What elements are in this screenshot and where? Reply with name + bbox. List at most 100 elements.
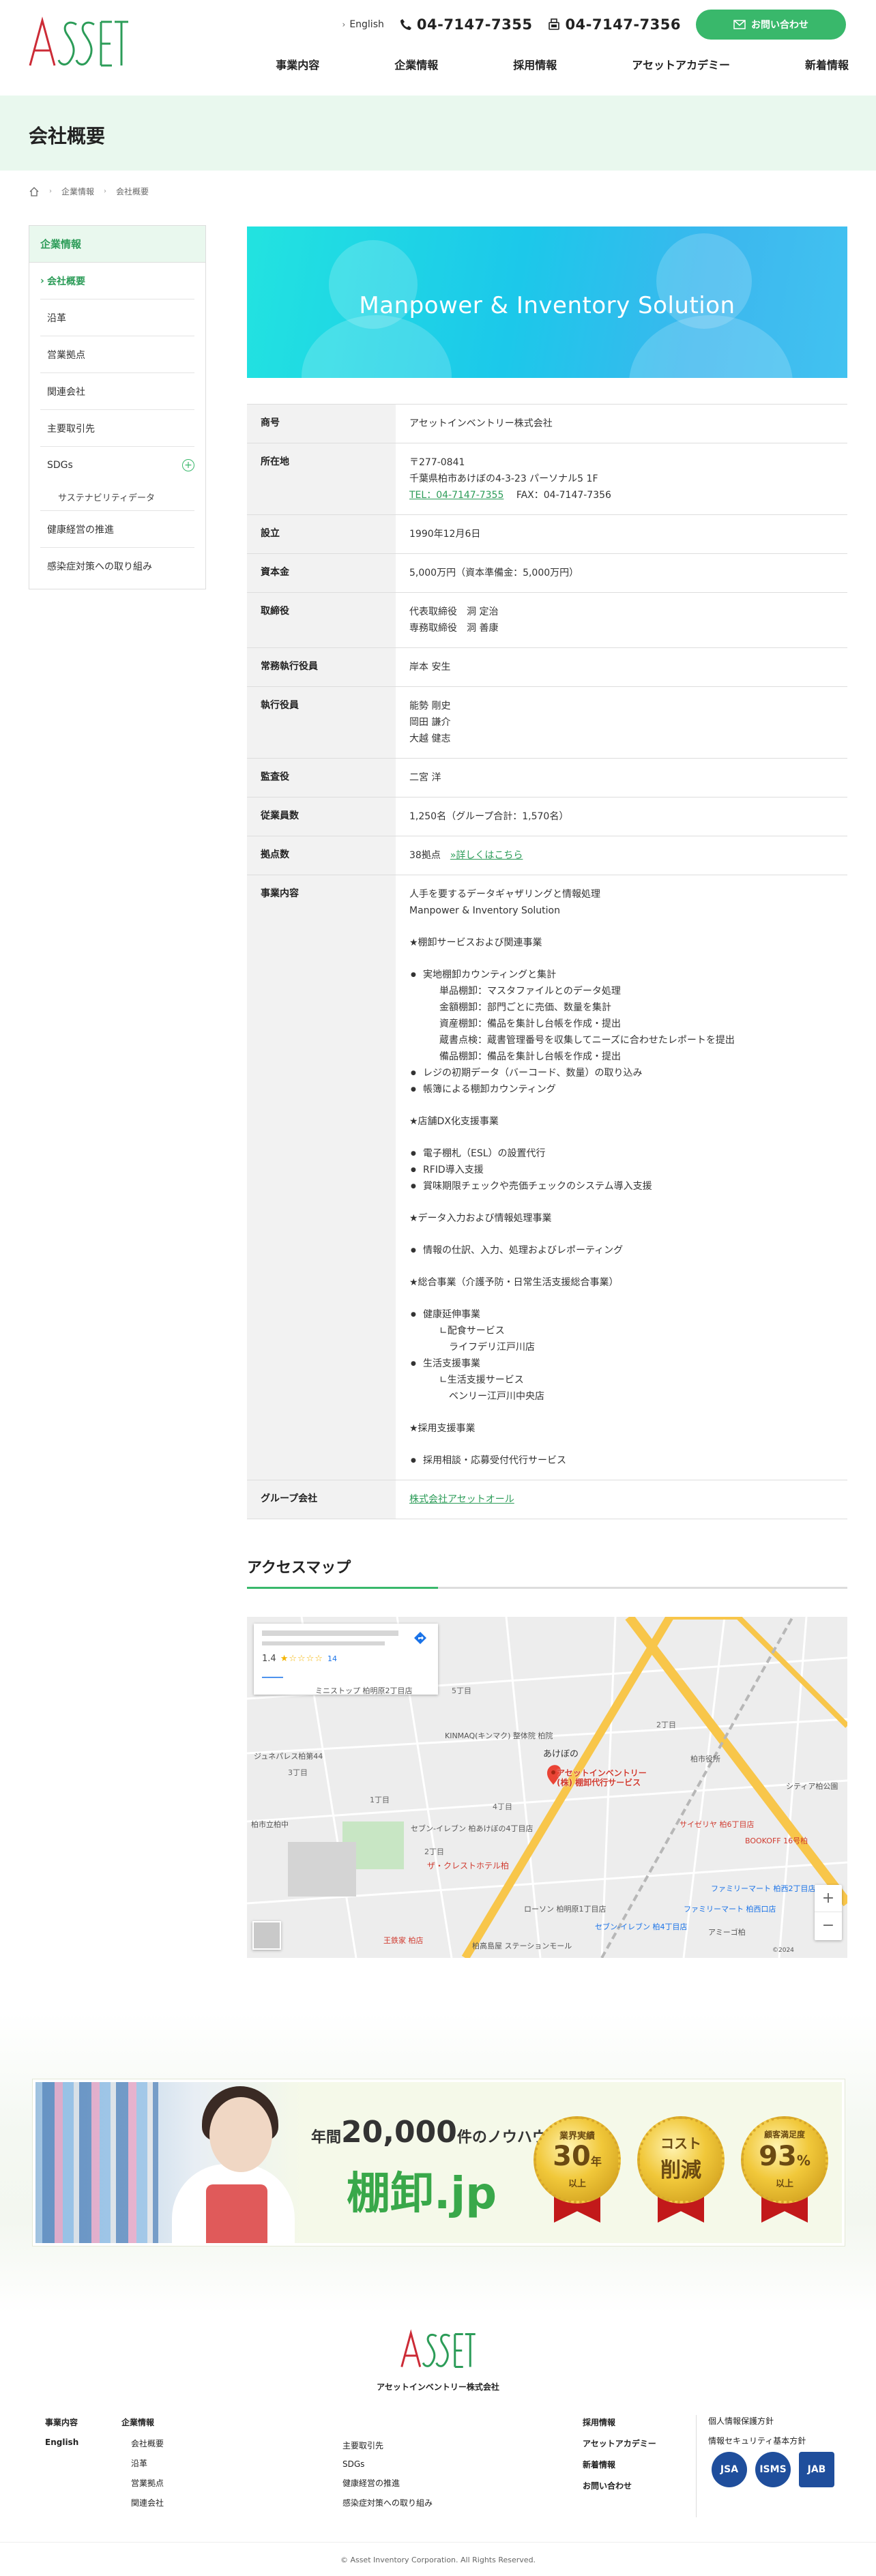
breadcrumb-company[interactable]: 企業情報 — [61, 186, 94, 197]
medal-bottom-text: 以上 — [775, 2179, 793, 2189]
asset-logo[interactable] — [27, 15, 130, 70]
footer-link-overview[interactable]: 会社概要 — [121, 2438, 164, 2449]
map-place: サイゼリヤ 柏6丁目店 — [680, 1820, 755, 1829]
nav-academy[interactable]: アセットアカデミー — [632, 50, 730, 78]
medal-badge: 業界実績 30年 以上 — [534, 2116, 621, 2223]
home-icon[interactable] — [29, 186, 40, 197]
plus-icon[interactable]: + — [182, 459, 194, 471]
footer-link-privacy[interactable]: 個人情報保護方針 — [708, 2415, 806, 2427]
list-item: 賞味期限チェックや売価チェックのシステム導入支援 — [411, 1178, 834, 1195]
table-row: 商号 アセットインベントリー株式会社 — [247, 404, 847, 443]
map-place: セブン-イレブン 柏4丁目店 — [595, 1922, 688, 1931]
tel-number[interactable]: 04-7147-7355 — [399, 16, 533, 33]
capital: 5,000万円（資本準備金：5,000万円） — [396, 553, 847, 593]
map-place: 柏市立柏中 — [251, 1820, 289, 1829]
map-place: ザ・クレストホテル柏 — [427, 1861, 510, 1871]
sidebar-item-affiliates[interactable]: 関連会社 — [40, 373, 194, 410]
map-place: アミーゴ柏 — [708, 1928, 746, 1937]
map-place: 柏市役所 — [690, 1755, 720, 1763]
list-item: RFID導入支援 — [411, 1162, 834, 1178]
english-link[interactable]: › English — [342, 19, 384, 30]
tanaoroshi-promo-banner[interactable]: 年間20,000件のノウハウ 棚卸.jp 業界実績 30年 以上 コスト 削減 … — [33, 2079, 845, 2246]
footer-link-infection[interactable]: 感染症対策への取り組み — [342, 2497, 433, 2508]
sidebar-subitem-sustainability[interactable]: サステナビリティデータ — [40, 484, 194, 511]
footer-link-history[interactable]: 沿革 — [121, 2457, 164, 2469]
sidebar-item-clients[interactable]: 主要取引先 — [40, 410, 194, 447]
map-pin-label[interactable]: アセットインベントリー (株) 棚卸代行サービス — [557, 1768, 647, 1787]
map-place: 柏高島屋 ステーションモール — [472, 1942, 572, 1950]
footer-link-business[interactable]: 事業内容 — [45, 2416, 78, 2428]
sidebar-item-offices[interactable]: 営業拠点 — [40, 336, 194, 373]
nav-news[interactable]: 新着情報 — [805, 50, 849, 78]
list-item: 実地棚卸カウンティングと集計 単品棚卸：マスタファイルとのデータ処理 金額棚卸：… — [411, 967, 834, 1065]
cert-mark: ISMS — [755, 2452, 791, 2487]
sidebar-item-overview[interactable]: 会社概要 — [40, 263, 194, 299]
row-label: グループ会社 — [247, 1480, 396, 1519]
review-count[interactable]: 14 — [327, 1654, 337, 1663]
directions-icon[interactable] — [408, 1630, 433, 1658]
zoom-out-button[interactable]: − — [815, 1912, 842, 1940]
sidebar-item-infection[interactable]: 感染症対策への取り組み — [40, 548, 194, 585]
sidebar-item-history[interactable]: 沿革 — [40, 299, 194, 336]
footer-link-company[interactable]: 企業情報 — [121, 2416, 164, 2428]
map-larger-link[interactable]: ▁▁▁▁ — [262, 1671, 430, 1678]
star-icon: ★☆☆☆☆ — [280, 1654, 323, 1664]
footer-link-english[interactable]: English — [45, 2438, 78, 2447]
sidebar-item-label: 営業拠点 — [47, 349, 85, 361]
medal-number: 30 — [553, 2141, 591, 2172]
footer-link-security[interactable]: 情報セキュリティ基本方針 — [708, 2435, 806, 2446]
sidebar-item-label: 主要取引先 — [47, 423, 95, 435]
contact-button[interactable]: お問い合わせ — [696, 10, 846, 40]
business-heading: ★総合事業（介護予防・日常生活支援総合事業） — [409, 1277, 619, 1288]
copyright: © Asset Inventory Corporation. All Right… — [340, 2556, 536, 2564]
sub-item: 単品棚卸：マスタファイルとのデータ処理 — [439, 986, 621, 997]
list-item: 採用相談・応募受付代行サービス — [411, 1452, 834, 1469]
cert-mark: JAB — [799, 2452, 834, 2487]
map-layer-toggle[interactable] — [252, 1921, 281, 1950]
footer-link-clients[interactable]: 主要取引先 — [342, 2440, 433, 2451]
managing-officer: 岸本 安生 — [396, 647, 847, 687]
footer-company-name: アセットインベントリー株式会社 — [377, 2382, 499, 2392]
sidebar-heading[interactable]: 企業情報 — [29, 226, 205, 263]
table-row: 監査役 二宮 洋 — [247, 758, 847, 797]
business-intro: 人手を要するデータギャザリングと情報処理 — [409, 889, 600, 900]
row-label: 監査役 — [247, 758, 396, 797]
footer-link-contact[interactable]: お問い合わせ — [583, 2480, 656, 2491]
footer-link-recruit[interactable]: 採用情報 — [583, 2416, 656, 2428]
footer-asset-logo[interactable] — [397, 2329, 479, 2370]
zoom-in-button[interactable]: + — [815, 1885, 842, 1912]
footer-link-sdgs[interactable]: SDGs — [342, 2459, 433, 2469]
map-place: ファミリーマート 柏西口店 — [684, 1905, 776, 1914]
business-heading: ★店舗DX化支援事業 — [409, 1116, 499, 1127]
footer-link-health[interactable]: 健康経営の推進 — [342, 2477, 433, 2489]
sidebar-item-health[interactable]: 健康経営の推進 — [40, 511, 194, 548]
group-company-link[interactable]: 株式会社アセットオール — [409, 1494, 514, 1505]
map-place: KINMAQ(キンマク) 整体院 柏院 — [445, 1731, 553, 1740]
page-title-band: 会社概要 — [0, 96, 876, 171]
google-map[interactable]: 1.4 ★☆☆☆☆ 14 ▁▁▁▁ アセットインベントリー (株) 棚卸代行サー… — [247, 1617, 847, 1958]
founded: 1990年12月6日 — [396, 514, 847, 554]
tel-link[interactable]: TEL：04-7147-7355 — [409, 490, 503, 501]
sidebar-item-sdgs[interactable]: SDGs + — [40, 447, 194, 484]
footer-link-offices[interactable]: 営業拠点 — [121, 2477, 164, 2489]
row-label: 資本金 — [247, 553, 396, 593]
nav-business[interactable]: 事業内容 — [276, 50, 319, 78]
nav-company[interactable]: 企業情報 — [394, 50, 438, 78]
auditor: 二宮 洋 — [396, 758, 847, 797]
hero-person-shape — [629, 315, 793, 378]
table-row: 設立 1990年12月6日 — [247, 514, 847, 554]
table-row: 所在地 〒277-0841 千葉県柏市あけぼの4-3-23 パーソナル5 1F … — [247, 443, 847, 515]
footer-link-academy[interactable]: アセットアカデミー — [583, 2438, 656, 2449]
nav-recruit[interactable]: 採用情報 — [513, 50, 557, 78]
footer-link-affiliates[interactable]: 関連会社 — [121, 2497, 164, 2508]
bases-detail-link[interactable]: »詳しくはこちら — [450, 850, 523, 861]
chevron-right-icon: › — [104, 188, 107, 195]
map-place: ジュネパレス柏第44 — [254, 1752, 323, 1761]
row-label: 従業員数 — [247, 797, 396, 836]
hero-banner: Manpower & Inventory Solution — [247, 226, 847, 378]
map-area-label: 2丁目 — [424, 1847, 444, 1856]
site-header: › English 04-7147-7355 04-7147-7356 お問い合わ… — [0, 0, 876, 96]
footer-link-news[interactable]: 新着情報 — [583, 2459, 656, 2470]
group-cell: 株式会社アセットオール — [396, 1480, 847, 1519]
company-profile-table: 商号 アセットインベントリー株式会社 所在地 〒277-0841 千葉県柏市あけ… — [247, 404, 847, 1519]
